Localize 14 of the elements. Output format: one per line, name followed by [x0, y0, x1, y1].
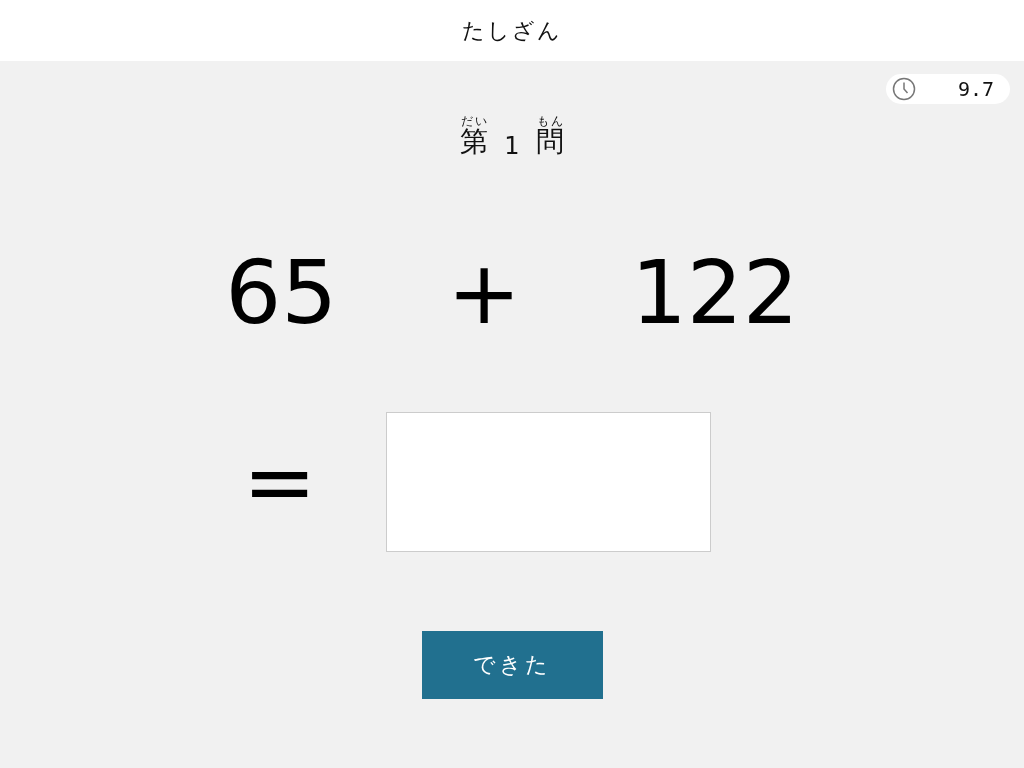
- heading-text: 問: [535, 125, 564, 158]
- equals-sign: =: [242, 438, 317, 526]
- operand: 65: [225, 249, 338, 337]
- answer-field[interactable]: [386, 412, 712, 552]
- done-button[interactable]: できた: [421, 631, 603, 699]
- clock-icon: [892, 77, 916, 101]
- page-title: たしざん: [462, 16, 562, 45]
- furigana: だい: [460, 114, 489, 128]
- timer-value: 9.7: [957, 77, 994, 101]
- operator-sign: +: [447, 249, 521, 337]
- heading-text: 第: [460, 125, 489, 158]
- heading-text: 1: [504, 132, 520, 161]
- furigana: もん: [535, 114, 564, 128]
- operand: 122: [630, 249, 799, 337]
